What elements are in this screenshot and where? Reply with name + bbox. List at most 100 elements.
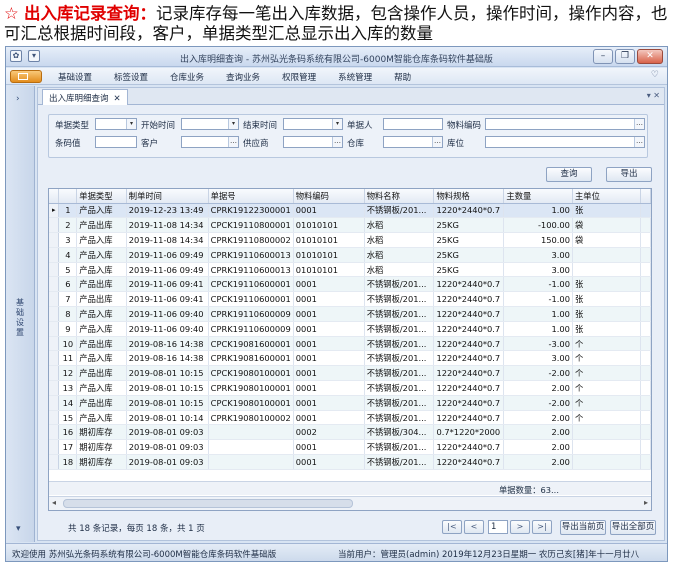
menu-system[interactable]: 系统管理 <box>338 71 372 83</box>
dropdown-icon[interactable]: ▾ <box>126 119 136 129</box>
sidebar-label[interactable]: 基础设置 <box>14 298 26 338</box>
cell-main-qty: 1.00 <box>503 203 573 219</box>
ellipsis-icon[interactable]: … <box>634 137 644 147</box>
table-row[interactable]: 12 产品出库 2019-08-01 10:15 CPCK19080100001 000… <box>49 365 651 382</box>
cell-doc-no <box>208 454 294 470</box>
app-menu-button[interactable] <box>10 70 42 83</box>
table-row[interactable]: 9 产品入库 2019-11-06 09:40 CPRK19110600009 0001… <box>49 321 651 337</box>
header-main-qty[interactable]: 主数量 <box>503 189 573 204</box>
horizontal-scrollbar[interactable]: ◂ ▸ <box>49 496 651 510</box>
dropdown-icon[interactable]: ▾ <box>332 119 342 129</box>
next-page-button[interactable]: > <box>510 520 530 534</box>
cell-material-spec: 25KG <box>433 247 505 263</box>
status-welcome: 欢迎使用 苏州弘光条码系统有限公司-6000M智能仓库条码软件基础版 <box>12 550 277 560</box>
restore-button[interactable]: ❐ <box>615 49 635 64</box>
cell-doc-type: 期初库存 <box>76 439 127 456</box>
end-time-picker[interactable]: ▾ <box>283 118 343 130</box>
menu-permission[interactable]: 权限管理 <box>282 71 316 83</box>
location-input[interactable]: … <box>485 136 645 148</box>
cell-material-spec: 1220*2440*0.7 <box>433 276 505 293</box>
barcode-input[interactable] <box>95 136 137 148</box>
close-button[interactable]: ✕ <box>637 49 663 64</box>
prev-page-button[interactable]: < <box>464 520 484 534</box>
table-row[interactable]: 15 产品入库 2019-08-01 10:14 CPRK19080100002 000… <box>49 410 651 426</box>
tab-list-icon[interactable]: ▾ ✕ <box>647 91 660 100</box>
start-time-picker[interactable]: ▾ <box>181 118 239 130</box>
menu-help[interactable]: 帮助 <box>394 71 411 83</box>
first-page-button[interactable]: |< <box>442 520 462 534</box>
header-material-spec[interactable]: 物料规格 <box>433 189 505 204</box>
tab-inout-detail[interactable]: 出入库明细查询 ✕ <box>42 89 128 105</box>
cell-main-qty: -2.00 <box>503 365 573 382</box>
menu-warehouse-business[interactable]: 仓库业务 <box>170 71 204 83</box>
ellipsis-icon[interactable]: … <box>332 137 342 147</box>
row-indicator: ▸ <box>49 203 60 219</box>
scroll-right-icon[interactable]: ▸ <box>644 498 648 507</box>
header-material-name[interactable]: 物料名称 <box>364 189 435 204</box>
table-row[interactable]: 5 产品入库 2019-11-06 09:49 CPRK19110600013 0101… <box>49 262 651 278</box>
cell-main-unit <box>572 454 642 470</box>
cell-main-unit <box>572 262 642 278</box>
ellipsis-icon[interactable]: … <box>432 137 442 147</box>
tab-bar: 出入库明细查询 ✕ ▾ ✕ <box>38 88 664 105</box>
cell-doc-no: CPRK19080100001 <box>208 380 294 396</box>
cell-doc-type: 产品入库 <box>76 247 127 263</box>
supplier-input[interactable]: … <box>283 136 343 148</box>
table-row[interactable]: 13 产品入库 2019-08-01 10:15 CPRK19080100001 000… <box>49 380 651 396</box>
table-row[interactable]: 2 产品出库 2019-11-08 14:34 CPCK19110800001 0101… <box>49 217 651 234</box>
table-row[interactable]: 3 产品入库 2019-11-08 14:34 CPRK19110800002 0101… <box>49 232 651 248</box>
cell-main-unit: 张 <box>572 276 642 293</box>
material-code-input[interactable]: … <box>485 118 645 130</box>
table-row[interactable]: 10 产品出库 2019-08-16 14:38 CPCK19081600001 000… <box>49 336 651 352</box>
export-all-pages-button[interactable]: 导出全部页 <box>610 520 656 535</box>
header-main-unit[interactable]: 主单位 <box>572 189 642 204</box>
table-row[interactable]: 14 产品出库 2019-08-01 10:15 CPCK19080100001 000… <box>49 395 651 411</box>
header-doc-type[interactable]: 单据类型 <box>76 189 127 204</box>
table-row[interactable]: 16 期初库存 2019-08-01 09:03 0002 不锈钢板/304... 0.7… <box>49 424 651 441</box>
scroll-left-icon[interactable]: ◂ <box>52 498 56 507</box>
page-number-input[interactable]: 1 <box>488 520 508 534</box>
menu-basic-settings[interactable]: 基础设置 <box>58 71 92 83</box>
minimize-button[interactable]: – <box>593 49 613 64</box>
data-grid: 单据类型 制单时间 单据号 物料编码 物料名称 物料规格 主数量 主单位 ▸ 1 产… <box>48 188 652 511</box>
sidebar-scroll-icon[interactable]: ▾ <box>16 524 21 534</box>
header-material-code[interactable]: 物料编码 <box>293 189 365 204</box>
tab-close-icon[interactable]: ✕ <box>114 94 121 104</box>
title-bar: ✿ ▾ 出入库明细查询 - 苏州弘光条码系统有限公司-6000M智能仓库条码软件… <box>6 47 667 67</box>
header-create-time[interactable]: 制单时间 <box>126 189 209 204</box>
header-rownum <box>58 189 78 204</box>
table-row[interactable]: 8 产品入库 2019-11-06 09:40 CPRK19110600009 0001… <box>49 306 651 322</box>
scrollbar-thumb[interactable] <box>63 499 353 508</box>
table-row[interactable]: 17 期初库存 2019-08-01 09:03 0001 不锈钢板/201... 122… <box>49 439 651 456</box>
table-row[interactable]: 4 产品入库 2019-11-06 09:49 CPRK19110600013 0101… <box>49 247 651 263</box>
export-button[interactable]: 导出 <box>606 167 652 182</box>
cell-doc-no: CPRK19110600009 <box>208 306 294 322</box>
table-row[interactable]: 11 产品入库 2019-08-16 14:38 CPRK19081600001 000… <box>49 350 651 367</box>
ellipsis-icon[interactable]: … <box>228 137 238 147</box>
dropdown-icon[interactable]: ▾ <box>228 119 238 129</box>
warehouse-input[interactable]: … <box>383 136 443 148</box>
cell-material-name: 不锈钢板/201... <box>364 291 435 308</box>
menu-label-settings[interactable]: 标签设置 <box>114 71 148 83</box>
menu-query-business[interactable]: 查询业务 <box>226 71 260 83</box>
ribbon-collapse-icon[interactable]: ♡ <box>651 70 659 80</box>
cell-material-name: 不锈钢板/201... <box>364 321 435 337</box>
cell-material-code: 01010101 <box>293 262 365 278</box>
table-row[interactable]: 6 产品出库 2019-11-06 09:41 CPCK19110600001 0001… <box>49 276 651 293</box>
customer-input[interactable]: … <box>181 136 239 148</box>
last-page-button[interactable]: >| <box>532 520 552 534</box>
doc-person-input[interactable] <box>383 118 443 130</box>
header-doc-no[interactable]: 单据号 <box>208 189 294 204</box>
label-doc-type: 单据类型 <box>55 121 90 131</box>
table-row[interactable]: ▸ 1 产品入库 2019-12-23 13:49 CPRK19122300001 000… <box>49 203 651 219</box>
cell-main-qty: -1.00 <box>503 291 573 308</box>
table-row[interactable]: 18 期初库存 2019-08-01 09:03 0001 不锈钢板/201... 122… <box>49 454 651 470</box>
ellipsis-icon[interactable]: … <box>634 119 644 129</box>
table-header: 单据类型 制单时间 单据号 物料编码 物料名称 物料规格 主数量 主单位 <box>49 189 651 204</box>
doc-type-select[interactable]: ▾ <box>95 118 137 130</box>
export-current-page-button[interactable]: 导出当前页 <box>560 520 606 535</box>
cell-create-time: 2019-08-16 14:38 <box>126 336 209 352</box>
table-row[interactable]: 7 产品出库 2019-11-06 09:41 CPCK19110600001 0001… <box>49 291 651 308</box>
query-button[interactable]: 查询 <box>546 167 592 182</box>
sidebar-expand-icon[interactable]: › <box>16 94 20 104</box>
